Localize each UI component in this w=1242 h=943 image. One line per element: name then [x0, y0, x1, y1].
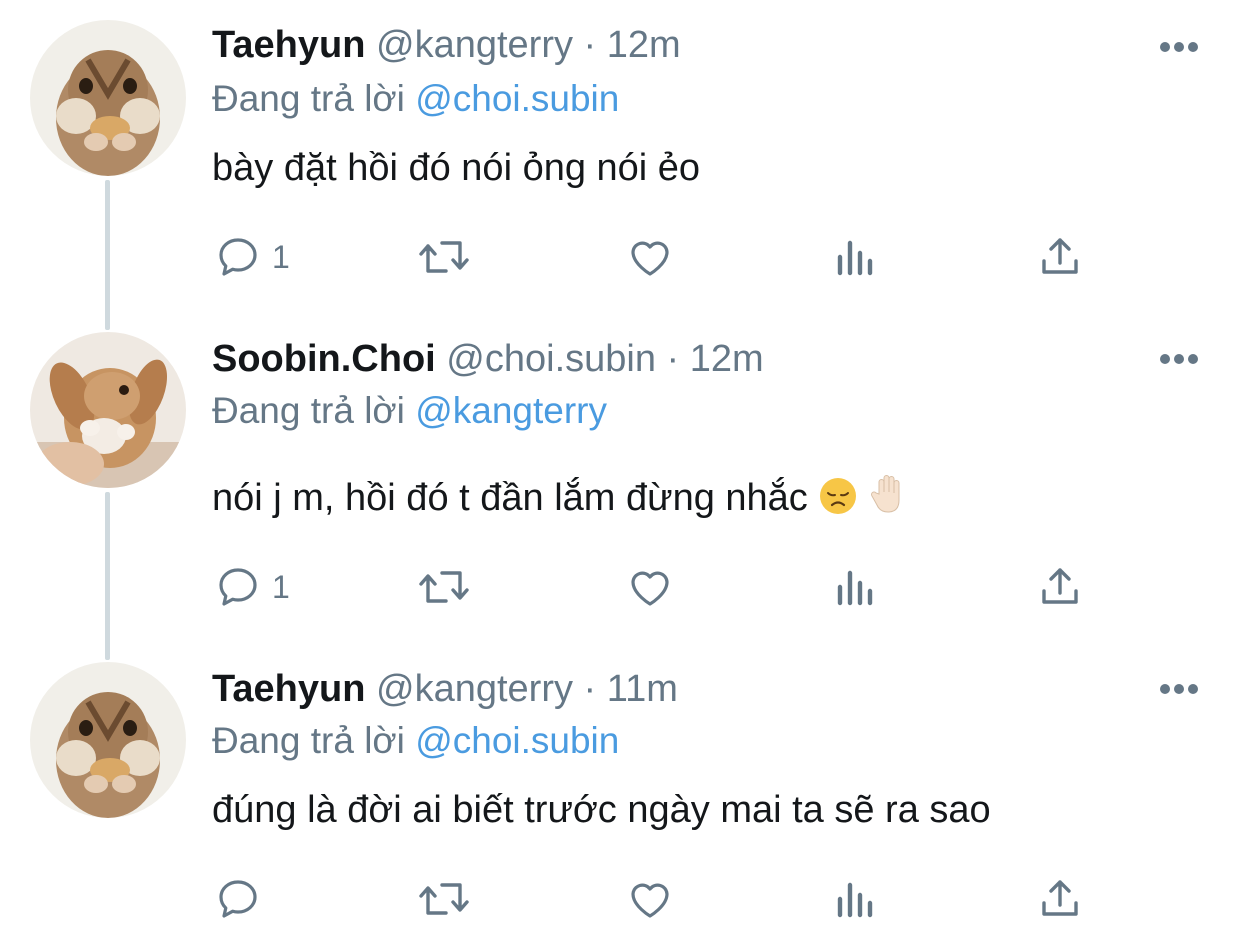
reply-icon [219, 880, 257, 918]
analytics-icon [837, 240, 873, 276]
like-icon [631, 241, 669, 276]
like-button[interactable] [626, 874, 674, 924]
author-name[interactable]: Taehyun [212, 668, 365, 710]
retweet-icon [419, 571, 469, 603]
author-handle[interactable]: @kangterry [376, 668, 573, 710]
tweet-text-row: nói j m, hồi đó t đần lắm đừng nhắc [212, 472, 909, 522]
timestamp[interactable]: 11m [607, 668, 678, 710]
bunny-avatar[interactable] [30, 332, 186, 488]
tweet[interactable]: Soobin.Choi @choi.subin · 12m Đang trả l… [0, 320, 1242, 650]
replying-to-mention[interactable]: @kangterry [415, 390, 607, 431]
retweet-button[interactable] [416, 874, 472, 924]
share-icon [1042, 568, 1078, 604]
author-name[interactable]: Soobin.Choi [212, 338, 436, 380]
chipmunk-avatar[interactable] [30, 662, 186, 818]
analytics-icon [837, 882, 873, 918]
reply-count: 1 [272, 568, 290, 605]
disappointed-face-emoji [820, 478, 857, 514]
analytics-button[interactable] [834, 232, 878, 282]
author-handle[interactable]: @kangterry [376, 24, 573, 66]
retweet-button[interactable] [416, 562, 472, 612]
like-icon [631, 571, 669, 606]
timestamp[interactable]: 12m [607, 24, 681, 66]
tweet-text: bày đặt hồi đó nói ỏng nói ẻo [212, 147, 701, 189]
like-icon [631, 883, 669, 918]
tweet-header: Taehyun @kangterry · 12m [212, 22, 681, 68]
separator-dot: · [583, 668, 597, 710]
retweet-icon [419, 241, 469, 273]
more-icon[interactable] [1158, 352, 1200, 366]
raised-hand-emoji [870, 475, 900, 513]
author-handle[interactable]: @choi.subin [446, 338, 656, 380]
like-button[interactable] [626, 562, 674, 612]
analytics-button[interactable] [834, 874, 878, 924]
retweet-button[interactable] [416, 232, 472, 282]
tweet-header: Taehyun @kangterry · 11m [212, 666, 678, 712]
replying-to-label: Đang trả lời [212, 78, 405, 119]
share-button[interactable] [1036, 562, 1084, 612]
reply-icon [219, 238, 257, 276]
like-button[interactable] [626, 232, 674, 282]
more-icon[interactable] [1158, 40, 1200, 54]
share-button[interactable] [1036, 232, 1084, 282]
reply-count: 1 [272, 238, 290, 275]
replying-to-label: Đang trả lời [212, 720, 405, 761]
replying-to: Đang trả lời @choi.subin [212, 76, 619, 122]
author-name[interactable]: Taehyun [212, 24, 365, 66]
analytics-icon [837, 570, 873, 606]
reply-button[interactable]: 1 [214, 232, 290, 282]
replying-to: Đang trả lời @choi.subin [212, 718, 619, 764]
separator-dot: · [666, 338, 680, 380]
share-button[interactable] [1036, 874, 1084, 924]
replying-to-mention[interactable]: @choi.subin [415, 78, 619, 119]
timestamp[interactable]: 12m [690, 338, 764, 380]
tweet-text: nói j m, hồi đó t đần lắm đừng nhắc [212, 477, 808, 519]
tweet[interactable]: Taehyun @kangterry · 12m Đang trả lời @c… [0, 0, 1242, 320]
retweet-icon [419, 883, 469, 915]
reply-button[interactable] [214, 874, 262, 924]
reply-button[interactable]: 1 [214, 562, 290, 612]
share-icon [1042, 238, 1078, 274]
separator-dot: · [583, 24, 597, 66]
share-icon [1042, 880, 1078, 916]
tweet[interactable]: Taehyun @kangterry · 11m Đang trả lời @c… [0, 650, 1242, 943]
reply-icon [219, 568, 257, 606]
tweet-header: Soobin.Choi @choi.subin · 12m [212, 336, 764, 382]
replying-to-mention[interactable]: @choi.subin [415, 720, 619, 761]
replying-to: Đang trả lời @kangterry [212, 388, 607, 434]
analytics-button[interactable] [834, 562, 878, 612]
tweet-text: đúng là đời ai biết trước ngày mai ta sẽ… [212, 789, 991, 831]
more-icon[interactable] [1158, 682, 1200, 696]
replying-to-label: Đang trả lời [212, 390, 405, 431]
chipmunk-avatar[interactable] [30, 20, 186, 176]
